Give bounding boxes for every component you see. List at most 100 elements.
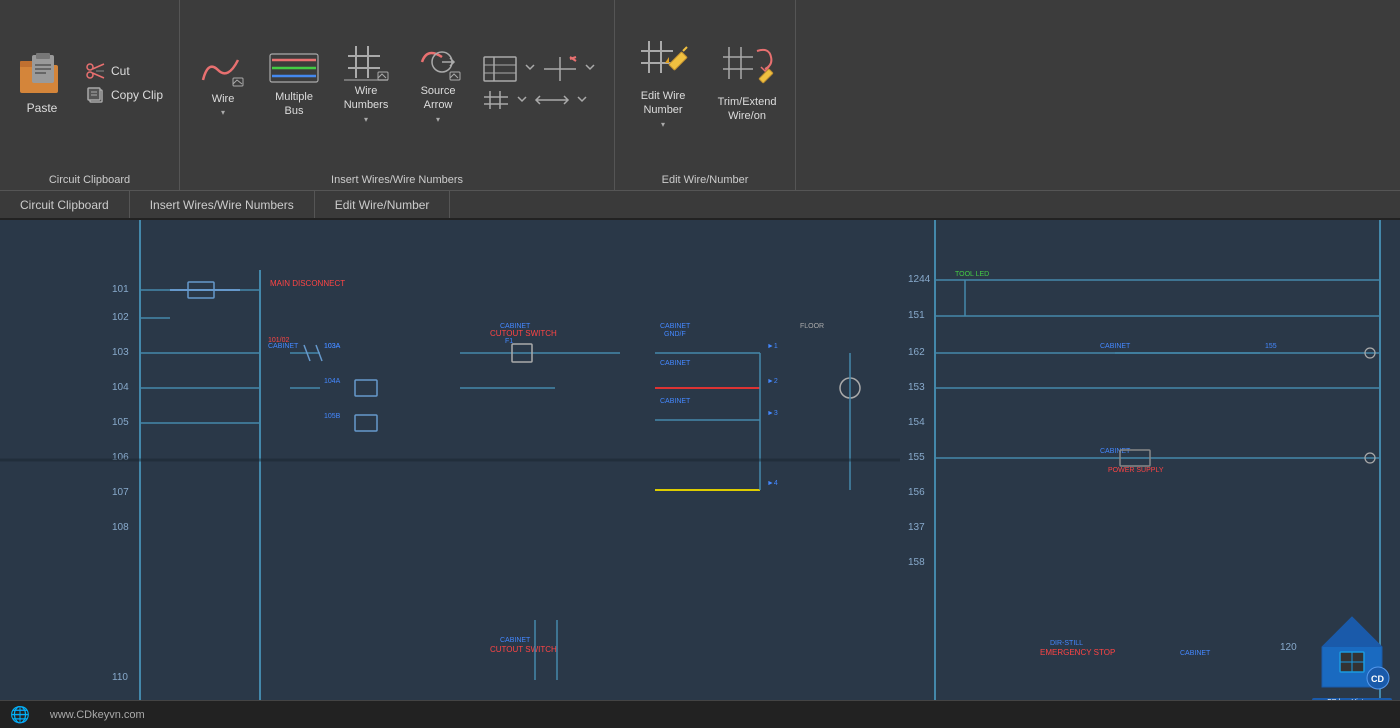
wire-tool-row2 (482, 89, 598, 111)
schematic-svg: 101 MAIN DISCONNECT 102 103 CABINET 101/… (0, 220, 1400, 700)
svg-text:►4: ►4 (767, 480, 778, 487)
wire-numbers-icon (340, 42, 392, 82)
svg-text:CABINET: CABINET (268, 343, 299, 350)
footer-edit-wire[interactable]: Edit Wire/Number (315, 191, 451, 218)
section-circuit-clipboard: Paste Cut (0, 0, 180, 190)
svg-text:158: 158 (908, 557, 925, 568)
paste-button[interactable]: Paste (10, 47, 74, 119)
svg-text:101: 101 (112, 284, 129, 295)
multiple-bus-button[interactable]: MultipleBus (260, 44, 328, 121)
svg-text:CABINET: CABINET (500, 637, 531, 644)
svg-text:107: 107 (112, 487, 129, 498)
svg-text:CABINET: CABINET (660, 398, 691, 405)
edit-wire-number-button[interactable]: Edit WireNumber ▾ (625, 33, 701, 132)
svg-text:104: 104 (112, 382, 129, 393)
svg-text:151: 151 (908, 310, 925, 321)
hash-dropdown-icon (514, 89, 530, 111)
svg-text:CUTOUT SWITCH: CUTOUT SWITCH (490, 329, 557, 338)
svg-text:►1: ►1 (767, 343, 778, 350)
svg-text:CABINET: CABINET (660, 323, 691, 330)
cdkey-logo: CD CD key Vietnam (1312, 612, 1392, 692)
svg-text:CUTOUT SWITCH: CUTOUT SWITCH (490, 645, 557, 654)
svg-text:POWER SUPPLY: POWER SUPPLY (1108, 467, 1164, 474)
wire-dropdown-arrow: ▾ (221, 108, 225, 117)
svg-text:154: 154 (908, 417, 925, 428)
svg-text:TOOL LED: TOOL LED (955, 271, 989, 278)
svg-text:FLOOR: FLOOR (800, 323, 824, 330)
ribbon-footer: Circuit Clipboard Insert Wires/Wire Numb… (0, 190, 1400, 218)
hash-small-icon (482, 89, 510, 111)
cdkey-logo-svg: CD (1312, 612, 1392, 692)
svg-text:162: 162 (908, 347, 925, 358)
wire-icon (198, 50, 248, 90)
wire-numbers-dropdown-arrow: ▾ (364, 115, 368, 124)
cross-wire-icon (542, 55, 578, 83)
svg-text:110: 110 (112, 672, 128, 683)
svg-text:155: 155 (1265, 343, 1277, 350)
schematic-canvas[interactable]: 101 MAIN DISCONNECT 102 103 CABINET 101/… (0, 220, 1400, 700)
svg-text:103A: 103A (324, 343, 341, 350)
svg-text:CD: CD (1371, 674, 1384, 684)
source-arrow-button[interactable]: SourceArrow ▾ (404, 38, 472, 127)
paste-label: Paste (27, 101, 58, 115)
edit-wire-dropdown-arrow: ▾ (661, 120, 665, 129)
svg-text:CABINET: CABINET (660, 360, 691, 367)
footer-insert-wires[interactable]: Insert Wires/Wire Numbers (130, 191, 315, 218)
copy-clip-label: Copy Clip (111, 88, 163, 102)
status-bar: 🌐 www.CDkeyvn.com (0, 700, 1400, 728)
section-label-insert-wires: Insert Wires/Wire Numbers (180, 174, 614, 186)
svg-text:CABINET: CABINET (1100, 448, 1131, 455)
svg-text:102: 102 (112, 312, 129, 323)
svg-text:101/02: 101/02 (268, 337, 290, 344)
trim-label: Trim/ExtendWire/on (718, 96, 777, 122)
source-arrow-icon (412, 42, 464, 82)
svg-text:153: 153 (908, 382, 925, 393)
svg-text:GND/F: GND/F (664, 331, 686, 338)
wire-tool-row1 (482, 55, 598, 83)
cut-label: Cut (111, 64, 130, 78)
arrows-dropdown-icon (574, 89, 590, 111)
svg-text:155: 155 (908, 452, 925, 463)
arrows-icon (534, 89, 570, 111)
ribbon: Paste Cut (0, 0, 1400, 220)
extra-wire-tools (476, 51, 604, 115)
trim-icon (717, 43, 777, 93)
svg-text:120: 120 (1280, 642, 1297, 653)
copy-clip-button[interactable]: Copy Clip (80, 84, 169, 106)
svg-text:CABINET: CABINET (1180, 650, 1211, 657)
svg-text:CABINET: CABINET (1100, 343, 1131, 350)
svg-text:MAIN DISCONNECT: MAIN DISCONNECT (270, 279, 345, 288)
ladder-icon (482, 55, 518, 83)
wire-numbers-label: WireNumbers (344, 85, 389, 111)
svg-text:156: 156 (908, 487, 925, 498)
svg-text:105: 105 (112, 417, 129, 428)
source-arrow-dropdown-arrow: ▾ (436, 115, 440, 124)
trim-extend-button[interactable]: Trim/ExtendWire/on (709, 39, 785, 126)
svg-text:F1: F1 (505, 338, 513, 345)
wire-numbers-button[interactable]: WireNumbers ▾ (332, 38, 400, 127)
svg-text:104A: 104A (324, 378, 341, 385)
svg-text:103: 103 (112, 347, 129, 358)
section-insert-wires: Wire ▾ MultipleBus (180, 0, 615, 190)
svg-text:►3: ►3 (767, 410, 778, 417)
cut-button[interactable]: Cut (80, 60, 169, 82)
wire-button[interactable]: Wire ▾ (190, 46, 256, 121)
source-arrow-label: SourceArrow (421, 85, 456, 111)
section-edit-wire: Edit WireNumber ▾ Trim/Ex (615, 0, 796, 190)
website-url[interactable]: www.CDkeyvn.com (50, 709, 145, 721)
ribbon-spacer (796, 0, 1400, 190)
section-label-clipboard: Circuit Clipboard (0, 174, 179, 186)
dropdown-small2-icon (582, 55, 598, 83)
svg-text:DIR-STILL: DIR-STILL (1050, 640, 1083, 647)
section-label-edit-wire: Edit Wire/Number (615, 174, 795, 186)
cut-icon (86, 62, 106, 80)
cut-copy-group: Cut Copy Clip (80, 60, 169, 106)
footer-clipboard[interactable]: Circuit Clipboard (0, 191, 130, 218)
svg-text:105B: 105B (324, 413, 341, 420)
svg-text:EMERGENCY STOP: EMERGENCY STOP (1040, 648, 1115, 657)
globe-icon[interactable]: 🌐 (10, 705, 30, 725)
dropdown-small-icon (522, 55, 538, 83)
edit-wire-number-icon (633, 37, 693, 87)
svg-text:►2: ►2 (767, 378, 778, 385)
multiple-bus-icon (268, 48, 320, 88)
